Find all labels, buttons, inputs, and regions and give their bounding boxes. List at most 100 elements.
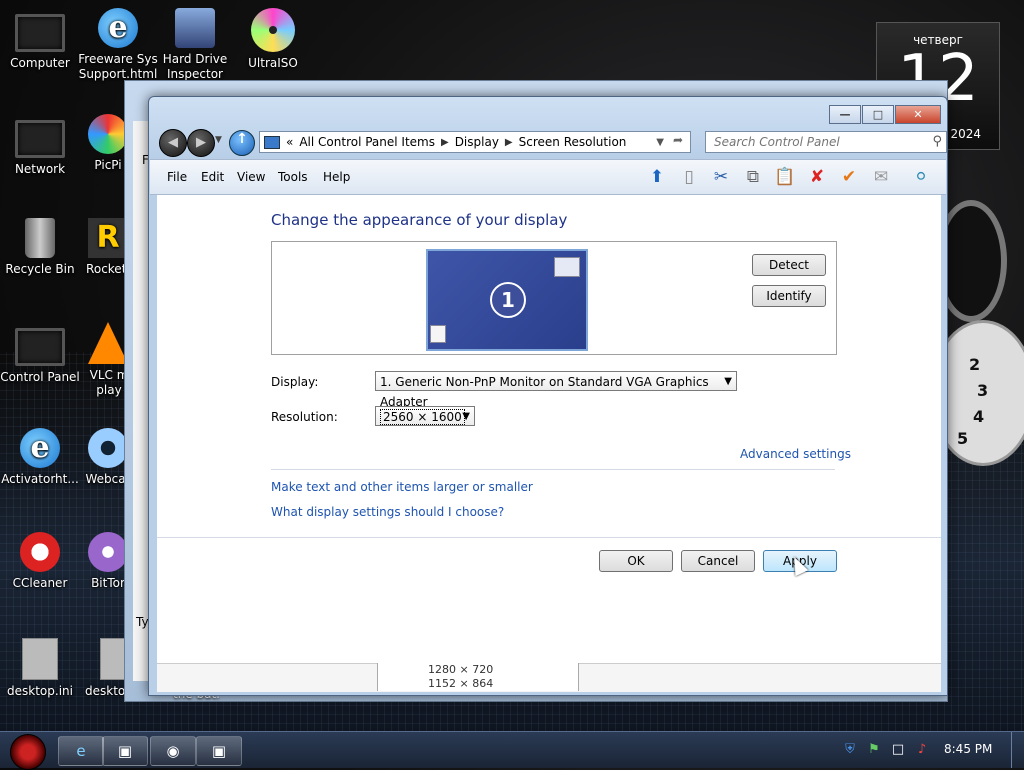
refresh-icon[interactable]: ➦ bbox=[669, 133, 687, 149]
bittorrent-icon bbox=[88, 532, 128, 572]
breadcrumb-screen-resolution[interactable]: Screen Resolution bbox=[519, 135, 627, 149]
tray-shield-icon[interactable]: ⛨ bbox=[842, 742, 858, 758]
resolution-select-value: 2560 × 1600 bbox=[380, 409, 465, 425]
menu-view[interactable]: View bbox=[237, 170, 265, 184]
calendar-year: 2024 bbox=[950, 127, 981, 141]
desktop-icon-ultraiso[interactable]: UltraISO bbox=[233, 8, 313, 71]
computer-icon bbox=[15, 14, 65, 52]
ccleaner-icon bbox=[20, 532, 60, 572]
copy-icon[interactable]: ⧉ bbox=[742, 166, 764, 188]
webcam-icon bbox=[88, 428, 128, 468]
desktop-icon-network[interactable]: Network bbox=[0, 114, 80, 177]
control-panel-icon bbox=[15, 328, 65, 366]
desktop-icon-ccleaner[interactable]: CCleaner bbox=[0, 532, 80, 591]
recent-pages-chevron-icon[interactable]: ▼ bbox=[215, 135, 222, 145]
section-divider bbox=[271, 469, 835, 470]
menu-help[interactable]: Help bbox=[323, 170, 350, 184]
taskbar-app-icon[interactable]: ◉ bbox=[150, 736, 196, 766]
display-select[interactable]: 1. Generic Non-PnP Monitor on Standard V… bbox=[375, 371, 737, 409]
desktop-icon-desktop-ini[interactable]: desktop.ini bbox=[0, 638, 80, 699]
checkmark-icon[interactable]: ✔ bbox=[838, 166, 860, 188]
window-controls: — □ ✕ bbox=[828, 105, 941, 124]
minimize-button[interactable]: — bbox=[829, 105, 861, 124]
menu-tools[interactable]: Tools bbox=[278, 170, 308, 184]
breadcrumb-prefix[interactable]: « bbox=[286, 135, 293, 149]
text-size-link[interactable]: Make text and other items larger or smal… bbox=[271, 480, 533, 494]
tray-flag-icon[interactable]: ⚑ bbox=[866, 742, 882, 758]
maximize-button[interactable]: □ bbox=[862, 105, 894, 124]
breadcrumb-all-items[interactable]: All Control Panel Items bbox=[299, 135, 435, 149]
tray-network-icon[interactable]: □ bbox=[890, 742, 906, 758]
menu-bar: File Edit View Tools Help ⬆ ▯ ✂ ⧉ 📋 ✘ ✔ … bbox=[150, 159, 946, 195]
advanced-settings-link[interactable]: Advanced settings bbox=[740, 447, 851, 461]
content-area: Change the appearance of your display 1 … bbox=[157, 195, 941, 663]
clock-number: 3 bbox=[977, 381, 989, 400]
delete-icon[interactable]: ✘ bbox=[806, 166, 828, 188]
monitor-1-preview[interactable]: 1 bbox=[426, 249, 588, 351]
desktop-icon-label: Control Panel bbox=[0, 370, 80, 384]
menu-edit[interactable]: Edit bbox=[201, 170, 224, 184]
chevron-down-icon: ▼ bbox=[462, 411, 470, 422]
screen-resolution-window[interactable]: — □ ✕ ◀ ▶ ▼ ↑ « All Control Panel Items … bbox=[148, 96, 948, 696]
breadcrumb-separator-icon[interactable]: ▶ bbox=[505, 137, 513, 148]
desktop-icon-label: CCleaner bbox=[12, 576, 68, 590]
taskbar-screen-resolution-icon[interactable]: ▣ bbox=[196, 736, 242, 766]
search-icon[interactable]: ⚲ bbox=[932, 134, 942, 149]
display-help-link[interactable]: What display settings should I choose? bbox=[271, 505, 504, 519]
resolution-select[interactable]: 2560 × 1600 ▼ bbox=[375, 406, 475, 426]
back-button[interactable]: ◀ bbox=[159, 129, 187, 157]
properties-icon[interactable]: ✉ bbox=[870, 166, 892, 188]
start-button[interactable] bbox=[10, 734, 46, 770]
desktop-icon-label: Network bbox=[14, 162, 66, 176]
control-panel-icon bbox=[264, 135, 280, 149]
globe-icon[interactable]: ⚪ bbox=[910, 166, 932, 188]
ok-button[interactable]: OK bbox=[599, 550, 673, 572]
menu-file[interactable]: File bbox=[167, 170, 187, 184]
network-icon bbox=[15, 120, 65, 158]
up-one-level-button[interactable]: ↑ bbox=[229, 130, 255, 156]
forward-button[interactable]: ▶ bbox=[187, 129, 215, 157]
chevron-down-icon: ▼ bbox=[724, 376, 732, 387]
recycle-bin-icon bbox=[25, 218, 55, 258]
cancel-button[interactable]: Cancel bbox=[681, 550, 755, 572]
desktop-icon-computer[interactable]: Computer bbox=[0, 8, 80, 71]
taskbar-ie-icon[interactable]: e bbox=[58, 736, 104, 766]
identify-button[interactable]: Identify bbox=[752, 285, 826, 307]
resolution-list[interactable]: 1280 × 720 1152 × 864 bbox=[377, 663, 579, 691]
clock-number: 5 bbox=[957, 429, 969, 448]
list-item[interactable]: 1280 × 720 bbox=[378, 663, 578, 677]
clock-number: 2 bbox=[969, 355, 981, 374]
desktop-icon-activator[interactable]: e Activatorht... bbox=[0, 428, 80, 487]
desktop-icon-recycle-bin[interactable]: Recycle Bin bbox=[0, 218, 80, 277]
monitor-preview-area: 1 Detect Identify bbox=[271, 241, 837, 355]
panel-icon[interactable]: ▯ bbox=[678, 166, 700, 188]
desktop-icon-control-panel[interactable]: Control Panel bbox=[0, 322, 80, 385]
hard-drive-inspector-icon bbox=[175, 8, 215, 48]
desktop-icon-label: Computer bbox=[10, 56, 70, 70]
address-dropdown-icon[interactable]: ▼ bbox=[656, 137, 664, 148]
detect-button[interactable]: Detect bbox=[752, 254, 826, 276]
desktop-icon-freeware[interactable]: e Freeware Sys Support.html bbox=[78, 8, 158, 82]
tray-volume-icon[interactable]: ♪ bbox=[914, 742, 930, 758]
search-box[interactable]: ⚲ bbox=[705, 131, 947, 153]
show-desktop-button[interactable] bbox=[1011, 732, 1024, 768]
mini-window-icon bbox=[430, 325, 446, 343]
search-input[interactable] bbox=[706, 132, 926, 152]
rocketdock-icon: R bbox=[88, 218, 128, 258]
up-arrow-icon[interactable]: ⬆ bbox=[646, 166, 668, 188]
picpick-icon bbox=[88, 114, 128, 154]
taskbar-monitor-icon[interactable]: ▣ bbox=[102, 736, 148, 766]
desktop-icon-label: desktop.ini bbox=[7, 684, 73, 698]
breadcrumb-display[interactable]: Display bbox=[455, 135, 499, 149]
button-row-divider bbox=[157, 537, 941, 538]
close-button[interactable]: ✕ bbox=[895, 105, 941, 124]
taskbar-clock[interactable]: 8:45 PM bbox=[944, 742, 992, 756]
file-icon bbox=[22, 638, 58, 680]
desktop-icon-hard-drive-inspector[interactable]: Hard Drive Inspector bbox=[155, 8, 235, 82]
paste-icon[interactable]: 📋 bbox=[774, 166, 796, 188]
address-bar[interactable]: « All Control Panel Items ▶ Display ▶ Sc… bbox=[259, 131, 691, 153]
list-item[interactable]: 1152 × 864 bbox=[378, 677, 578, 691]
clock-number: 4 bbox=[973, 407, 985, 426]
breadcrumb-separator-icon[interactable]: ▶ bbox=[441, 137, 449, 148]
cut-icon[interactable]: ✂ bbox=[710, 166, 732, 188]
